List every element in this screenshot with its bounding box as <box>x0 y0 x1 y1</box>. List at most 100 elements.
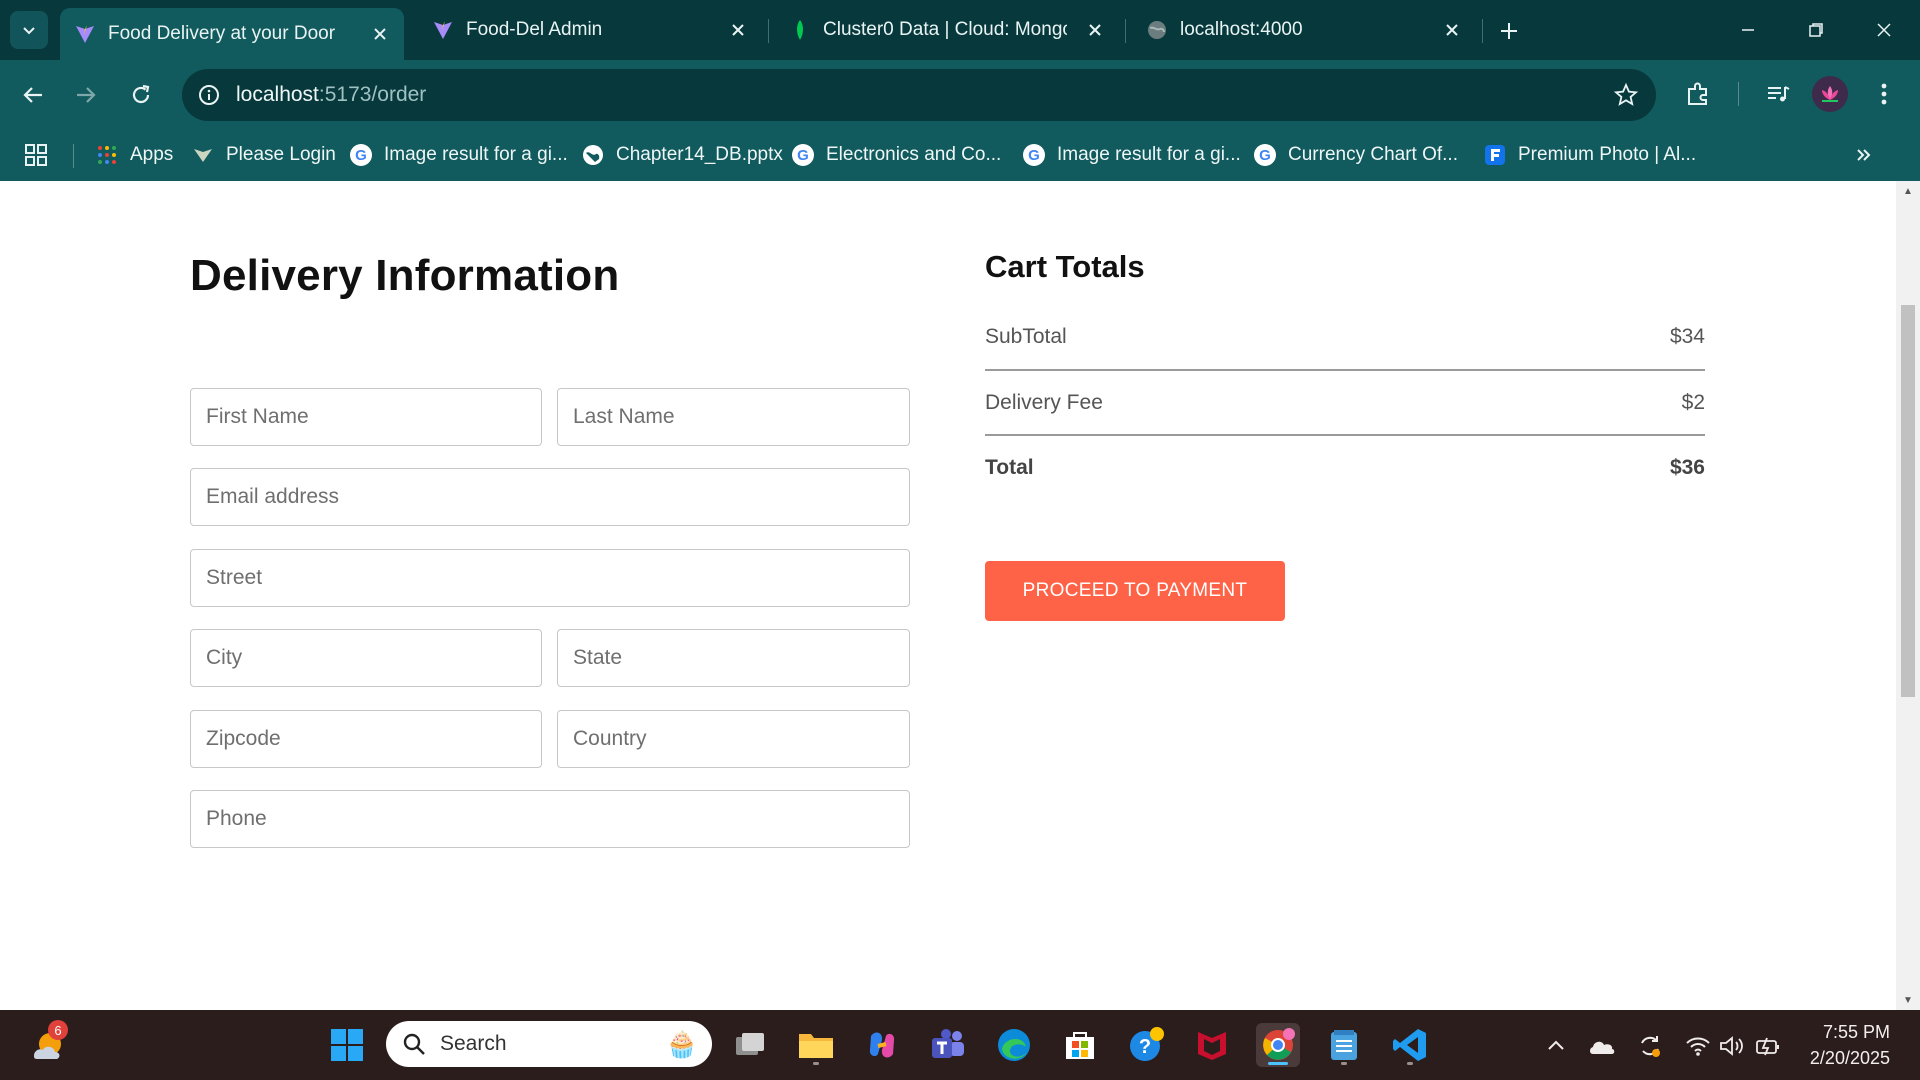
scroll-up-icon[interactable]: ▲ <box>1901 184 1915 198</box>
page-scrollbar[interactable]: ▲ ▼ <box>1896 181 1920 1010</box>
bookmark-chapter14[interactable]: Chapter14_DB.pptx <box>582 138 783 172</box>
forward-icon[interactable] <box>67 76 105 114</box>
task-view-icon[interactable] <box>728 1023 772 1067</box>
close-tab-icon[interactable] <box>370 24 390 44</box>
chrome-icon[interactable] <box>1256 1023 1300 1067</box>
last-name-field[interactable] <box>557 388 910 446</box>
proceed-to-payment-button[interactable]: PROCEED TO PAYMENT <box>985 561 1285 621</box>
phone-field[interactable] <box>190 790 910 848</box>
bookmark-label: Currency Chart Of... <box>1288 144 1458 165</box>
show-all-bookmarks-icon[interactable] <box>24 138 48 172</box>
cart-totals-title: Cart Totals <box>985 249 1145 284</box>
minimize-icon[interactable] <box>1726 12 1770 48</box>
taskbar-clock[interactable]: 7:55 PM 2/20/2025 <box>1810 1019 1890 1071</box>
country-input[interactable] <box>558 711 909 767</box>
bookmark-apps[interactable]: Apps <box>96 138 173 172</box>
last-name-input[interactable] <box>558 389 909 445</box>
bookmark-please-login[interactable]: Please Login <box>192 138 336 172</box>
delivery-fee-row: Delivery Fee $2 <box>985 383 1705 423</box>
zipcode-field[interactable] <box>190 710 542 768</box>
battery-charging-icon[interactable] <box>1754 1032 1782 1060</box>
new-tab-icon[interactable] <box>1494 16 1524 46</box>
sync-status-icon[interactable] <box>1636 1032 1664 1060</box>
google-icon: G <box>350 144 372 166</box>
vite-icon <box>432 19 454 41</box>
vite-icon <box>74 23 96 45</box>
street-field[interactable] <box>190 549 910 607</box>
tab-bar: Food Delivery at your Door Food-Del Admi… <box>0 0 1920 60</box>
bookmark-image-result-1[interactable]: G Image result for a gi... <box>350 138 568 172</box>
state-input[interactable] <box>558 630 909 686</box>
bookmark-label: Premium Photo | Al... <box>1518 144 1697 165</box>
more-bookmarks-icon[interactable] <box>1854 138 1874 172</box>
tab-food-delivery[interactable]: Food Delivery at your Door <box>60 8 404 60</box>
running-indicator <box>1341 1062 1347 1065</box>
bookmark-electronics[interactable]: G Electronics and Co... <box>792 138 1001 172</box>
delivery-title: Delivery Information <box>190 251 620 300</box>
vscode-icon[interactable] <box>1388 1023 1432 1067</box>
street-input[interactable] <box>191 550 909 606</box>
mongodb-leaf-icon <box>789 19 811 41</box>
tab-food-del-admin[interactable]: Food-Del Admin <box>418 8 762 52</box>
microsoft-store-icon[interactable] <box>1058 1023 1102 1067</box>
media-controls-icon[interactable] <box>1756 72 1800 116</box>
email-field[interactable] <box>190 468 910 526</box>
mcafee-icon[interactable] <box>1190 1023 1234 1067</box>
first-name-input[interactable] <box>191 389 541 445</box>
phone-input[interactable] <box>191 791 909 847</box>
tab-mongodb[interactable]: Cluster0 Data | Cloud: MongoDB <box>775 8 1119 52</box>
edge-browser-icon[interactable] <box>992 1023 1036 1067</box>
tab-search-dropdown-icon[interactable] <box>10 11 48 49</box>
bookmark-premium-photo[interactable]: Premium Photo | Al... <box>1484 138 1696 172</box>
close-tab-icon[interactable] <box>1442 20 1462 40</box>
onedrive-icon[interactable] <box>1588 1032 1616 1060</box>
show-hidden-icons-icon[interactable] <box>1542 1032 1570 1060</box>
delivery-fee-label: Delivery Fee <box>985 391 1103 414</box>
copilot-icon[interactable] <box>860 1023 904 1067</box>
globe-icon <box>582 144 604 166</box>
city-input[interactable] <box>191 630 541 686</box>
bookmark-currency-chart[interactable]: G Currency Chart Of... <box>1254 138 1458 172</box>
file-explorer-icon[interactable] <box>794 1023 838 1067</box>
bookmark-label: Apps <box>130 144 174 165</box>
close-tab-icon[interactable] <box>728 20 748 40</box>
address-bar[interactable]: localhost:5173/order <box>182 69 1656 121</box>
windows-start-icon[interactable] <box>325 1023 369 1067</box>
profile-avatar[interactable] <box>1812 76 1848 112</box>
clock-date: 2/20/2025 <box>1809 1048 1890 1068</box>
scrollbar-thumb[interactable] <box>1901 305 1915 697</box>
total-label: Total <box>985 456 1034 479</box>
teams-icon[interactable] <box>926 1023 970 1067</box>
bookmark-label: Please Login <box>226 144 336 165</box>
state-field[interactable] <box>557 629 910 687</box>
subtotal-value: $34 <box>1669 325 1705 348</box>
tab-title: Food-Del Admin <box>466 19 603 40</box>
wifi-icon[interactable] <box>1684 1032 1712 1060</box>
restore-icon[interactable] <box>1794 12 1838 48</box>
scroll-down-icon[interactable]: ▼ <box>1901 993 1915 1007</box>
back-icon[interactable] <box>14 76 52 114</box>
vite-icon <box>192 144 214 166</box>
close-tab-icon[interactable] <box>1085 20 1105 40</box>
tab-localhost-4000[interactable]: localhost:4000 <box>1132 8 1476 52</box>
zipcode-input[interactable] <box>191 711 541 767</box>
site-info-icon[interactable] <box>196 82 222 108</box>
country-field[interactable] <box>557 710 910 768</box>
url-text[interactable]: localhost:5173/order <box>236 69 426 121</box>
get-help-icon[interactable]: ? <box>1124 1023 1168 1067</box>
city-field[interactable] <box>190 629 542 687</box>
first-name-field[interactable] <box>190 388 542 446</box>
close-window-icon[interactable] <box>1862 12 1906 48</box>
notepad-icon[interactable] <box>1322 1023 1366 1067</box>
menu-kebab-icon[interactable] <box>1862 72 1906 116</box>
bookmark-image-result-2[interactable]: G Image result for a gi... <box>1023 138 1241 172</box>
running-indicator <box>1268 1062 1288 1065</box>
reload-icon[interactable] <box>122 76 160 114</box>
email-input[interactable] <box>191 469 909 525</box>
taskbar-search[interactable]: Search 🧁 <box>386 1021 712 1067</box>
tab-title: Food Delivery at your Door <box>108 23 336 44</box>
extensions-icon[interactable] <box>1676 72 1720 116</box>
bookmark-star-icon[interactable] <box>1612 81 1640 109</box>
volume-icon[interactable] <box>1718 1032 1746 1060</box>
browser-toolbar: localhost:5173/order Apps Please Login G… <box>0 60 1920 190</box>
